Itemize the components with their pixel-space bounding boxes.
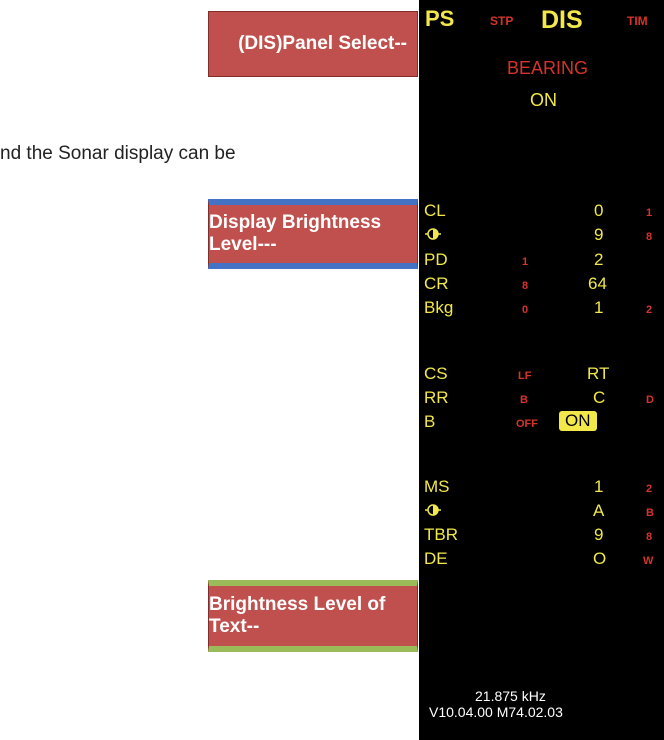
callout-label: Display Brightness Level--- — [209, 212, 382, 255]
de-right: W — [643, 555, 654, 567]
bearing-label: BEARING — [507, 58, 589, 78]
display-brightness-callout: Display Brightness Level--- — [208, 199, 418, 269]
brightness-icon — [425, 228, 441, 240]
pd-value[interactable]: 2 — [594, 250, 603, 270]
bkg-value[interactable]: 1 — [594, 298, 603, 318]
text-brightness-callout: Brightness Level of Text-- — [208, 580, 418, 652]
ms-value[interactable]: 1 — [594, 477, 603, 497]
display-brightness-right: 8 — [646, 231, 653, 243]
document-text: nd the Sonar display can be — [0, 143, 236, 164]
b-label: B — [424, 412, 436, 431]
bearing-state[interactable]: ON — [530, 90, 557, 111]
text-brightness-value[interactable]: A — [593, 501, 604, 521]
cs-left: LF — [518, 370, 532, 382]
rr-left: B — [520, 394, 528, 406]
tbr-value[interactable]: 9 — [594, 525, 603, 545]
pd-left: 1 — [522, 256, 529, 268]
rr-label: RR — [424, 388, 449, 407]
cr-left: 8 — [522, 280, 529, 292]
cl-value[interactable]: 0 — [594, 201, 603, 221]
cr-label: CR — [424, 274, 449, 293]
tbr-label: TBR — [424, 525, 458, 544]
cl-label: CL — [424, 201, 446, 220]
callout-label: (DIS)Panel Select-- — [238, 33, 407, 54]
ms-label: MS — [424, 477, 450, 496]
display-brightness-value[interactable]: 9 — [594, 225, 603, 245]
frequency-readout: 21.875 kHz — [475, 688, 546, 704]
bkg-right: 2 — [646, 304, 653, 316]
de-value[interactable]: O — [593, 549, 606, 569]
rr-value[interactable]: C — [593, 388, 605, 408]
panel-select-callout: (DIS)Panel Select-- — [208, 11, 418, 77]
cr-value[interactable]: 64 — [588, 274, 607, 294]
ps-tab[interactable]: PS — [425, 6, 454, 32]
cl-right: 1 — [646, 207, 653, 219]
dis-tab[interactable]: DIS — [541, 6, 583, 35]
callout-label: Brightness Level of Text-- — [209, 594, 386, 637]
version-readout: V10.04.00 M74.02.03 — [429, 704, 563, 720]
brightness-icon — [425, 504, 441, 516]
bkg-left: 0 — [522, 304, 529, 316]
rr-right: D — [646, 394, 654, 406]
pd-label: PD — [424, 250, 448, 269]
tbr-right: 8 — [646, 531, 653, 543]
cs-label: CS — [424, 364, 448, 383]
tim-tab[interactable]: TIM — [627, 14, 648, 28]
de-label: DE — [424, 549, 448, 568]
b-on-button[interactable]: ON — [559, 411, 597, 431]
bkg-label: Bkg — [424, 298, 454, 317]
stp-tab[interactable]: STP — [490, 14, 513, 28]
b-left: OFF — [516, 418, 538, 430]
text-brightness-right: B — [646, 507, 654, 519]
sonar-display-panel: PS STP DIS TIM BEARING ON CL 0 1 9 8 PD … — [419, 0, 664, 740]
ms-right: 2 — [646, 483, 653, 495]
cs-value[interactable]: RT — [587, 364, 609, 384]
